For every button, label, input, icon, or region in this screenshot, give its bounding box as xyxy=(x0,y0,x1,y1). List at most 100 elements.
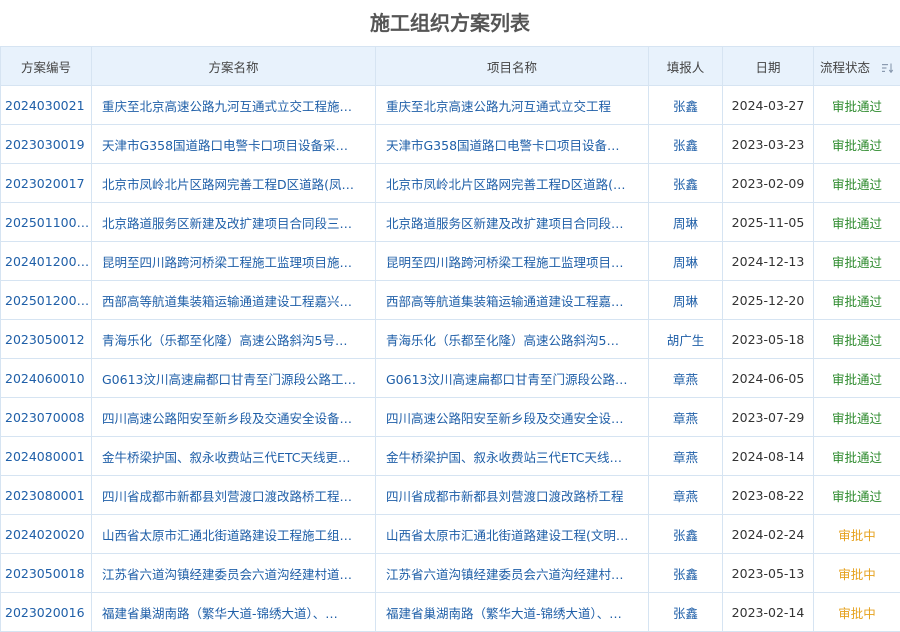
cell-date: 2023-03-23 xyxy=(723,125,814,164)
cell-date: 2023-07-29 xyxy=(723,398,814,437)
cell-code[interactable]: 2023050018 xyxy=(1,554,92,593)
cell-plan-name[interactable]: G0613汶川高速扁都口甘青至门源段公路工… xyxy=(92,359,376,398)
cell-plan-name[interactable]: 江苏省六道沟镇经建委员会六道沟经建村道… xyxy=(92,554,376,593)
column-header-status[interactable]: 流程状态 xyxy=(814,47,900,86)
cell-project-name[interactable]: G0613汶川高速扁都口甘青至门源段公路… xyxy=(376,359,649,398)
cell-project-name[interactable]: 江苏省六道沟镇经建委员会六道沟经建村… xyxy=(376,554,649,593)
cell-project-name[interactable]: 西部高等航道集装箱运输通道建设工程嘉… xyxy=(376,281,649,320)
cell-plan-name[interactable]: 山西省太原市汇通北街道路建设工程施工组… xyxy=(92,515,376,554)
cell-reporter: 胡广生 xyxy=(649,320,723,359)
cell-project-name[interactable]: 福建省巢湖南路（繁华大道-锦绣大道）、… xyxy=(376,593,649,632)
cell-project-name[interactable]: 金牛桥梁护国、叙永收费站三代ETC天线… xyxy=(376,437,649,476)
cell-reporter: 张鑫 xyxy=(649,554,723,593)
cell-status: 审批通过 xyxy=(814,359,900,398)
column-header-code[interactable]: 方案编号 xyxy=(1,47,92,86)
cell-code[interactable]: 20250110005 xyxy=(1,203,92,242)
column-header-reporter[interactable]: 填报人 xyxy=(649,47,723,86)
cell-date: 2024-08-14 xyxy=(723,437,814,476)
table-row[interactable]: 2024020020山西省太原市汇通北街道路建设工程施工组…山西省太原市汇通北街… xyxy=(1,515,900,554)
cell-reporter: 章燕 xyxy=(649,437,723,476)
cell-plan-name[interactable]: 福建省巢湖南路（繁华大道-锦绣大道）、… xyxy=(92,593,376,632)
table-row[interactable]: 20240120004昆明至四川路跨河桥梁工程施工监理项目施…昆明至四川路跨河桥… xyxy=(1,242,900,281)
cell-date: 2024-03-27 xyxy=(723,86,814,125)
cell-plan-name[interactable]: 西部高等航道集装箱运输通道建设工程嘉兴… xyxy=(92,281,376,320)
table-row[interactable]: 2023020016福建省巢湖南路（繁华大道-锦绣大道）、…福建省巢湖南路（繁华… xyxy=(1,593,900,632)
cell-project-name[interactable]: 四川高速公路阳安至新乡段及交通安全设… xyxy=(376,398,649,437)
cell-code[interactable]: 2024020020 xyxy=(1,515,92,554)
cell-status: 审批通过 xyxy=(814,437,900,476)
cell-project-name[interactable]: 北京市凤岭北片区路网完善工程D区道路(… xyxy=(376,164,649,203)
status-badge: 审批通过 xyxy=(832,450,882,465)
status-badge: 审批通过 xyxy=(832,138,882,153)
cell-code[interactable]: 2024030021 xyxy=(1,86,92,125)
cell-project-name[interactable]: 山西省太原市汇通北街道路建设工程(文明… xyxy=(376,515,649,554)
cell-plan-name[interactable]: 四川省成都市新都县刘营渡口渡改路桥工程… xyxy=(92,476,376,515)
cell-status: 审批通过 xyxy=(814,398,900,437)
cell-date: 2023-08-22 xyxy=(723,476,814,515)
cell-project-name[interactable]: 四川省成都市新都县刘营渡口渡改路桥工程 xyxy=(376,476,649,515)
cell-code[interactable]: 2023030019 xyxy=(1,125,92,164)
status-badge: 审批通过 xyxy=(832,372,882,387)
status-badge: 审批通过 xyxy=(832,216,882,231)
cell-code[interactable]: 2024080001 xyxy=(1,437,92,476)
table-row[interactable]: 2023030019天津市G358国道路口电警卡口项目设备采…天津市G358国道… xyxy=(1,125,900,164)
cell-project-name[interactable]: 北京路道服务区新建及改扩建项目合同段… xyxy=(376,203,649,242)
table-row[interactable]: 20250110005北京路道服务区新建及改扩建项目合同段三…北京路道服务区新建… xyxy=(1,203,900,242)
cell-date: 2023-02-09 xyxy=(723,164,814,203)
cell-plan-name[interactable]: 天津市G358国道路口电警卡口项目设备采… xyxy=(92,125,376,164)
cell-date: 2025-11-05 xyxy=(723,203,814,242)
cell-plan-name[interactable]: 重庆至北京高速公路九河互通式立交工程施… xyxy=(92,86,376,125)
cell-code[interactable]: 2023050012 xyxy=(1,320,92,359)
cell-plan-name[interactable]: 北京市凤岭北片区路网完善工程D区道路(凤… xyxy=(92,164,376,203)
cell-date: 2023-02-14 xyxy=(723,593,814,632)
cell-plan-name[interactable]: 昆明至四川路跨河桥梁工程施工监理项目施… xyxy=(92,242,376,281)
cell-status: 审批中 xyxy=(814,593,900,632)
cell-reporter: 张鑫 xyxy=(649,86,723,125)
cell-reporter: 章燕 xyxy=(649,398,723,437)
table-header: 方案编号 方案名称 项目名称 填报人 日期 流程状态 xyxy=(1,47,900,86)
cell-plan-name[interactable]: 四川高速公路阳安至新乡段及交通安全设备… xyxy=(92,398,376,437)
status-badge: 审批通过 xyxy=(832,99,882,114)
table-row[interactable]: 20250120022西部高等航道集装箱运输通道建设工程嘉兴…西部高等航道集装箱… xyxy=(1,281,900,320)
cell-project-name[interactable]: 天津市G358国道路口电警卡口项目设备… xyxy=(376,125,649,164)
cell-plan-name[interactable]: 北京路道服务区新建及改扩建项目合同段三… xyxy=(92,203,376,242)
status-badge: 审批中 xyxy=(838,567,876,582)
cell-code[interactable]: 2024060010 xyxy=(1,359,92,398)
cell-status: 审批通过 xyxy=(814,242,900,281)
column-header-date[interactable]: 日期 xyxy=(723,47,814,86)
cell-status: 审批通过 xyxy=(814,476,900,515)
cell-code[interactable]: 2023070008 xyxy=(1,398,92,437)
status-badge: 审批通过 xyxy=(832,489,882,504)
cell-project-name[interactable]: 青海乐化（乐都至化隆）高速公路斜沟5… xyxy=(376,320,649,359)
cell-project-name[interactable]: 昆明至四川路跨河桥梁工程施工监理项目… xyxy=(376,242,649,281)
cell-status: 审批通过 xyxy=(814,125,900,164)
table-row[interactable]: 2024060010G0613汶川高速扁都口甘青至门源段公路工…G0613汶川高… xyxy=(1,359,900,398)
cell-date: 2023-05-18 xyxy=(723,320,814,359)
cell-code[interactable]: 2023020016 xyxy=(1,593,92,632)
column-header-plan-name[interactable]: 方案名称 xyxy=(92,47,376,86)
cell-code[interactable]: 20250120022 xyxy=(1,281,92,320)
table-row[interactable]: 2023020017北京市凤岭北片区路网完善工程D区道路(凤…北京市凤岭北片区路… xyxy=(1,164,900,203)
table-row[interactable]: 2024080001金牛桥梁护国、叙永收费站三代ETC天线更…金牛桥梁护国、叙永… xyxy=(1,437,900,476)
cell-code[interactable]: 2023080001 xyxy=(1,476,92,515)
cell-plan-name[interactable]: 金牛桥梁护国、叙永收费站三代ETC天线更… xyxy=(92,437,376,476)
cell-date: 2024-12-13 xyxy=(723,242,814,281)
table-row[interactable]: 2023050018江苏省六道沟镇经建委员会六道沟经建村道…江苏省六道沟镇经建委… xyxy=(1,554,900,593)
page-title: 施工组织方案列表 xyxy=(0,0,900,46)
table-row[interactable]: 2024030021重庆至北京高速公路九河互通式立交工程施…重庆至北京高速公路九… xyxy=(1,86,900,125)
status-badge: 审批通过 xyxy=(832,411,882,426)
cell-plan-name[interactable]: 青海乐化（乐都至化隆）高速公路斜沟5号… xyxy=(92,320,376,359)
column-header-status-label: 流程状态 xyxy=(820,60,870,75)
cell-status: 审批通过 xyxy=(814,86,900,125)
sort-icon[interactable] xyxy=(882,63,894,73)
table-row[interactable]: 2023050012青海乐化（乐都至化隆）高速公路斜沟5号…青海乐化（乐都至化隆… xyxy=(1,320,900,359)
column-header-project-name[interactable]: 项目名称 xyxy=(376,47,649,86)
status-badge: 审批通过 xyxy=(832,177,882,192)
cell-reporter: 周琳 xyxy=(649,281,723,320)
table-row[interactable]: 2023080001四川省成都市新都县刘营渡口渡改路桥工程…四川省成都市新都县刘… xyxy=(1,476,900,515)
cell-code[interactable]: 20240120004 xyxy=(1,242,92,281)
cell-reporter: 张鑫 xyxy=(649,515,723,554)
cell-code[interactable]: 2023020017 xyxy=(1,164,92,203)
table-row[interactable]: 2023070008四川高速公路阳安至新乡段及交通安全设备…四川高速公路阳安至新… xyxy=(1,398,900,437)
cell-project-name[interactable]: 重庆至北京高速公路九河互通式立交工程 xyxy=(376,86,649,125)
